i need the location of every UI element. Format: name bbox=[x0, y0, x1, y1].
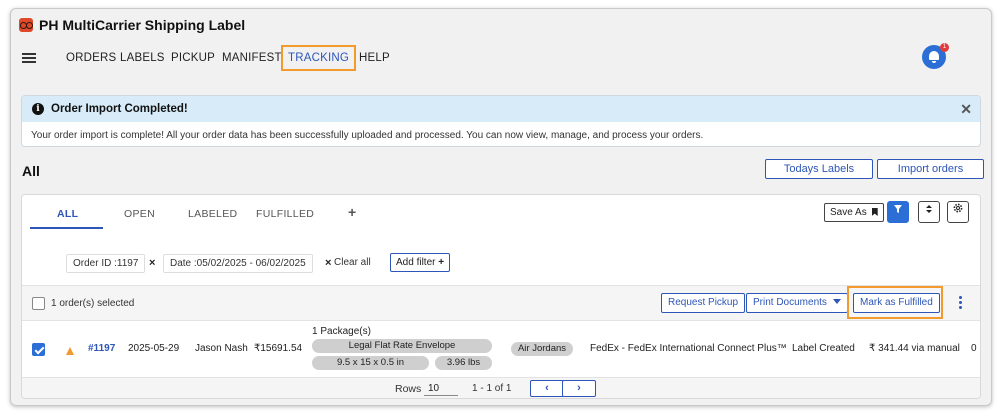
nav-pickup[interactable]: PICKUP bbox=[171, 52, 215, 64]
tab-labeled[interactable]: LABELED bbox=[188, 208, 237, 220]
print-documents-label: Print Documents bbox=[753, 297, 827, 308]
package-type-pill: Legal Flat Rate Envelope bbox=[312, 339, 492, 353]
tab-fulfilled[interactable]: FULFILLED bbox=[256, 208, 314, 220]
nav-manifest[interactable]: MANIFEST bbox=[222, 52, 282, 64]
todays-labels-button[interactable]: Todays Labels bbox=[765, 159, 873, 179]
plus-icon: + bbox=[438, 257, 445, 268]
bulk-actions-bar: 1 order(s) selected Request Pickup Print… bbox=[22, 285, 980, 321]
add-filter-button[interactable]: Add filter + bbox=[390, 253, 451, 272]
pagination: Rows 10 1 - 1 of 1 ‹ › bbox=[22, 378, 980, 398]
tab-open[interactable]: OPEN bbox=[124, 208, 155, 220]
tab-all[interactable]: ALL bbox=[57, 208, 78, 220]
print-documents-button[interactable]: Print Documents bbox=[746, 293, 848, 313]
selected-count: 1 order(s) selected bbox=[51, 298, 135, 309]
alert-header: i Order Import Completed! ✕ bbox=[22, 96, 980, 122]
main-nav: ORDERS LABELS PICKUP MANIFEST TRACKING H… bbox=[11, 43, 991, 75]
sort-button[interactable] bbox=[918, 201, 940, 223]
more-options-icon[interactable] bbox=[959, 296, 962, 310]
app-window: PH MultiCarrier Shipping Label ORDERS LA… bbox=[10, 8, 992, 406]
import-alert: i Order Import Completed! ✕ Your order i… bbox=[21, 95, 981, 147]
rows-per-page-select[interactable]: 10 bbox=[424, 382, 458, 396]
warning-icon bbox=[66, 347, 74, 355]
sort-icon bbox=[926, 205, 932, 213]
gear-icon bbox=[953, 203, 963, 213]
import-orders-button[interactable]: Import orders bbox=[877, 159, 984, 179]
filter-bar: Order ID :1197 × Date :05/02/2025 - 06/0… bbox=[22, 239, 980, 279]
next-page-button[interactable]: › bbox=[562, 380, 596, 397]
alert-message: Your order import is complete! All your … bbox=[31, 130, 704, 141]
filter-chip-order-id[interactable]: Order ID :1197 bbox=[66, 254, 146, 273]
save-as-button[interactable]: Save As bbox=[824, 203, 884, 222]
extra-count: 0 bbox=[971, 343, 977, 354]
page-range: 1 - 1 of 1 bbox=[472, 383, 512, 394]
prev-page-button[interactable]: ‹ bbox=[530, 380, 564, 397]
add-filter-label: Add filter bbox=[396, 257, 436, 268]
weight-pill: 3.96 lbs bbox=[435, 356, 492, 370]
label-status: Label Created bbox=[792, 343, 855, 354]
remove-order-filter-icon[interactable]: × bbox=[149, 257, 155, 269]
menu-icon[interactable] bbox=[22, 53, 36, 63]
bookmark-icon bbox=[871, 208, 878, 216]
row-checkbox[interactable] bbox=[32, 343, 45, 356]
app-logo-icon bbox=[19, 18, 33, 32]
select-all-checkbox[interactable] bbox=[32, 297, 45, 310]
nav-labels[interactable]: LABELS bbox=[120, 52, 165, 64]
table-row[interactable]: #1197 2025-05-29 Jason Nash ₹15691.54 1 … bbox=[22, 322, 980, 378]
save-as-label: Save As bbox=[830, 207, 867, 218]
shipping-service: FedEx - FedEx International Connect Plus… bbox=[590, 343, 787, 354]
app-title: PH MultiCarrier Shipping Label bbox=[39, 17, 246, 33]
info-icon: i bbox=[32, 103, 44, 115]
order-date: 2025-05-29 bbox=[128, 343, 180, 354]
shipping-cost: ₹ 341.44 via manual bbox=[869, 343, 960, 354]
mark-fulfilled-button[interactable]: Mark as Fulfilled bbox=[853, 293, 940, 313]
notification-badge: 1 bbox=[940, 43, 949, 52]
order-tabs: ALL OPEN LABELED FULFILLED + Save As bbox=[22, 195, 980, 239]
add-tab-button[interactable]: + bbox=[348, 204, 356, 220]
orders-panel: ALL OPEN LABELED FULFILLED + Save As Ord… bbox=[21, 194, 981, 399]
chevron-down-icon bbox=[832, 299, 841, 304]
filter-button[interactable] bbox=[887, 201, 909, 223]
customer-name: Jason Nash bbox=[195, 343, 248, 354]
product-pill: Air Jordans bbox=[511, 342, 573, 356]
rows-label: Rows bbox=[395, 383, 422, 395]
settings-button[interactable] bbox=[947, 201, 969, 223]
request-pickup-button[interactable]: Request Pickup bbox=[661, 293, 746, 313]
title-bar: PH MultiCarrier Shipping Label bbox=[11, 9, 991, 41]
nav-help[interactable]: HELP bbox=[359, 52, 390, 64]
alert-title: Order Import Completed! bbox=[51, 103, 188, 115]
page-title: All bbox=[22, 163, 40, 179]
remove-date-filter-icon[interactable]: × bbox=[325, 257, 331, 269]
nav-tracking[interactable]: TRACKING bbox=[281, 45, 357, 71]
filter-chip-date[interactable]: Date :05/02/2025 - 06/02/2025 bbox=[163, 254, 313, 273]
nav-orders[interactable]: ORDERS bbox=[66, 52, 116, 64]
close-icon[interactable]: ✕ bbox=[960, 101, 972, 118]
clear-all-link[interactable]: Clear all bbox=[334, 257, 371, 268]
dimensions-pill: 9.5 x 15 x 0.5 in bbox=[312, 356, 429, 370]
order-id-link[interactable]: #1197 bbox=[88, 343, 115, 354]
package-count: 1 Package(s) bbox=[312, 326, 371, 337]
filter-icon bbox=[894, 205, 902, 213]
active-tab-indicator bbox=[30, 227, 103, 229]
order-amount: ₹15691.54 bbox=[254, 343, 303, 354]
